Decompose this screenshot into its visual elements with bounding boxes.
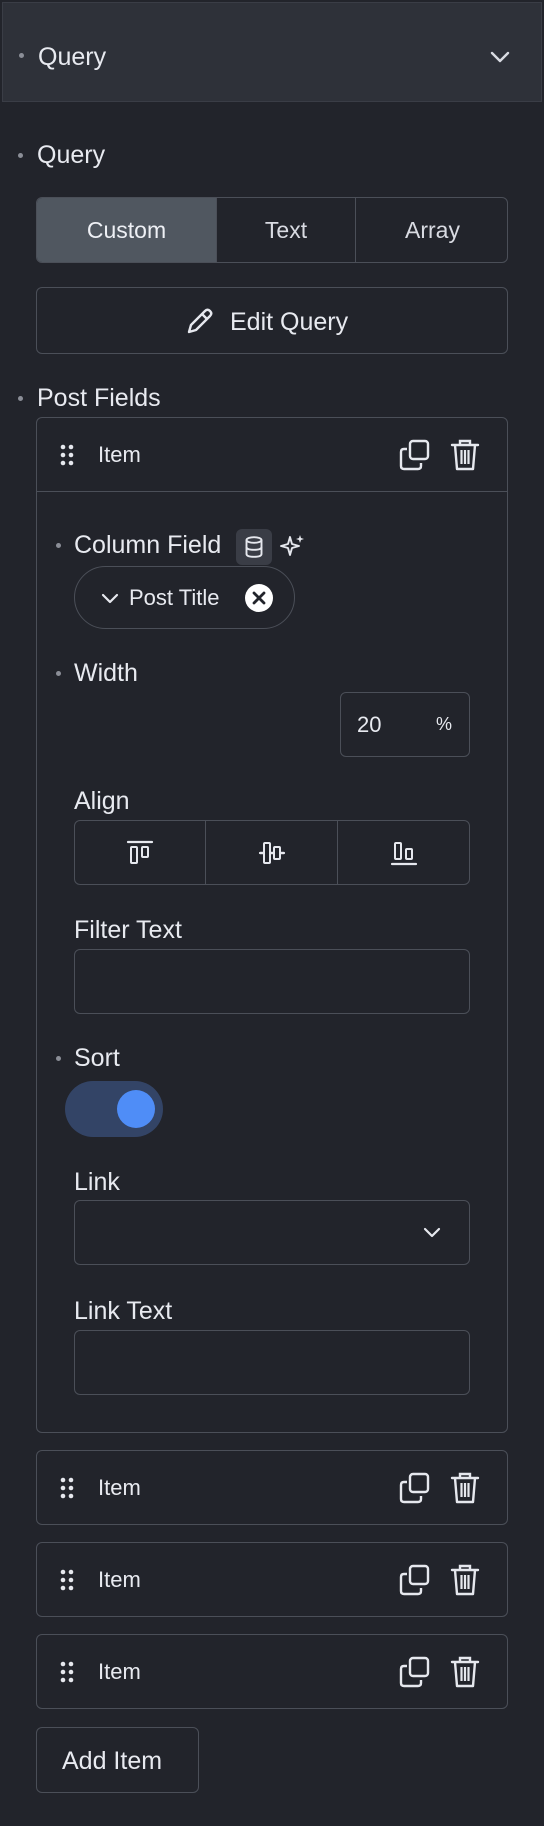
link-select[interactable] [74,1200,470,1265]
bullet-icon [56,1056,61,1061]
chevron-down-icon [423,1227,441,1238]
drag-handle-icon[interactable] [59,1661,75,1683]
align-top-button[interactable] [75,821,206,884]
chevron-down-icon[interactable] [489,50,511,64]
sort-label: Sort [74,1044,120,1072]
post-field-item[interactable]: Item [36,1450,508,1525]
post-field-item[interactable]: Item [36,1634,508,1709]
tab-text[interactable]: Text [216,198,355,262]
width-label: Width [74,659,138,687]
align-label: Align [74,787,130,815]
edit-query-button[interactable]: Edit Query [36,287,508,354]
column-field-value: Post Title [129,585,220,610]
sparkle-icon[interactable] [280,533,306,559]
bullet-icon [19,53,24,58]
align-buttons [74,820,470,885]
filter-text-input[interactable] [74,949,470,1014]
query-type-tabs: Custom Text Array [36,197,508,263]
query-label: Query [37,141,106,169]
item-title: Item [98,1567,141,1592]
drag-handle-icon[interactable] [59,1477,75,1499]
item-title: Item [98,1475,141,1500]
align-bottom-button[interactable] [338,821,471,884]
column-field-label: Column Field [74,531,222,559]
clear-icon[interactable] [244,583,274,613]
align-bottom-icon [390,842,418,866]
duplicate-icon[interactable] [399,1472,431,1504]
item-title: Item [98,1659,141,1684]
link-text-label: Link Text [74,1297,173,1325]
sort-toggle[interactable] [65,1081,163,1137]
align-middle-button[interactable] [206,821,338,884]
align-middle-icon [258,842,286,864]
bullet-icon [56,543,61,548]
width-value: 20 [357,712,382,737]
section-title: Query [38,43,107,71]
trash-icon[interactable] [450,1655,480,1689]
trash-icon[interactable] [450,1563,480,1597]
drag-handle-icon[interactable] [59,444,75,466]
trash-icon[interactable] [450,1471,480,1505]
toggle-knob [117,1090,155,1128]
width-input[interactable]: 20 % [340,692,470,757]
duplicate-icon[interactable] [399,1564,431,1596]
bullet-icon [56,671,61,676]
item-title: Item [98,442,141,467]
link-label: Link [74,1168,120,1196]
chevron-down-icon [101,593,119,604]
pencil-icon [187,308,213,334]
bullet-icon [18,153,23,158]
column-field-select[interactable]: Post Title [74,566,295,629]
edit-query-label: Edit Query [230,308,349,336]
add-item-label: Add Item [62,1747,163,1775]
align-top-icon [126,840,154,864]
bullet-icon [18,396,23,401]
width-unit: % [436,714,453,734]
duplicate-icon[interactable] [399,439,431,471]
post-field-item[interactable]: Item [36,1542,508,1617]
trash-icon[interactable] [450,438,480,472]
tab-array[interactable]: Array [355,198,507,262]
database-icon [245,536,263,558]
item-header[interactable]: Item [37,418,507,492]
drag-handle-icon[interactable] [59,1569,75,1591]
link-text-input[interactable] [74,1330,470,1395]
tab-custom[interactable]: Custom [37,198,216,262]
dynamic-data-button[interactable] [236,529,272,565]
filter-text-label: Filter Text [74,916,182,944]
add-item-button[interactable]: Add Item [36,1727,199,1793]
query-section-header[interactable]: Query [2,2,542,102]
duplicate-icon[interactable] [399,1656,431,1688]
post-fields-label: Post Fields [37,384,161,412]
